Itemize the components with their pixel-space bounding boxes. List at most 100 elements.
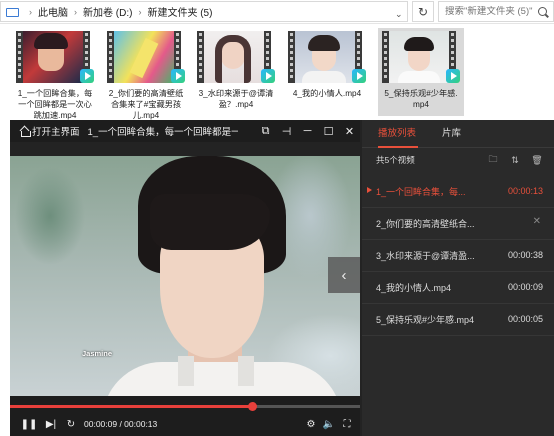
fullscreen-icon: ⛶ xyxy=(343,418,351,430)
collapse-playlist-button[interactable]: ‹ xyxy=(328,257,360,293)
next-icon: ▶| xyxy=(45,418,57,430)
file-item-5[interactable]: 5_保持乐观#少年感. mp4 xyxy=(378,28,464,116)
maximize-icon: ☐ xyxy=(323,125,334,138)
video-player-window: 打开主界面 1_一个回眸合集，每一个回眸都是一次... ⧉ ⊣ ─ ☐ ✕ Ja… xyxy=(10,120,554,436)
refresh-button[interactable]: ↻ xyxy=(412,1,434,22)
file-item-1[interactable]: 1_一个回眸合集，每 一个回眸都是一次心 跳加速.mp4 xyxy=(12,28,98,120)
right-controls: ⚙ 🔈 ⛶ xyxy=(302,415,356,433)
maximize-button[interactable]: ☐ xyxy=(318,120,339,142)
playlist-item-name: 4_我的小情人.mp4 xyxy=(376,283,452,293)
playlist-tabs: 播放列表 片库 xyxy=(362,120,554,148)
video-frame[interactable]: Jasmine ‹ xyxy=(10,156,360,396)
breadcrumb-folder[interactable]: 新建文件夹 (5) xyxy=(147,4,212,19)
video-thumbnail xyxy=(197,31,271,83)
video-app-icon xyxy=(446,69,460,83)
file-name: 4_我的小情人.mp4 xyxy=(292,89,362,98)
playlist-item-duration: 00:00:13 xyxy=(507,186,543,196)
screen: › 此电脑 › 新加卷 (D:) › 新建文件夹 (5) ⌄ ↻ 1_一个回眸合… xyxy=(0,0,554,436)
close-button[interactable]: ✕ xyxy=(339,120,360,142)
control-bar: ❚❚ ▶| ↻ 00:00:09 / 00:00:13 ⚙ 🔈 ⛶ xyxy=(10,396,360,436)
remove-item-button[interactable]: ✕ xyxy=(533,216,541,227)
file-name: 5_保持乐观#少年感. mp4 xyxy=(384,89,458,109)
video-app-icon xyxy=(80,69,94,83)
file-item-3[interactable]: 3_水印来源于@谭清 盈？.mp4 xyxy=(193,28,279,120)
file-name: 3_水印来源于@谭清 盈？.mp4 xyxy=(198,89,274,109)
explorer-toolbar: › 此电脑 › 新加卷 (D:) › 新建文件夹 (5) ⌄ ↻ xyxy=(0,0,554,24)
close-icon: ✕ xyxy=(344,125,355,138)
mini-mode-button[interactable]: ⧉ xyxy=(255,120,276,142)
file-grid: 1_一个回眸合集，每 一个回眸都是一次心 跳加速.mp4 2_你们要的高清壁纸 合集来… xyxy=(0,24,554,120)
playlist-item[interactable]: 4_我的小情人.mp4 00:00:09 xyxy=(362,272,554,304)
video-app-icon xyxy=(261,69,275,83)
video-count: 共5个视频 xyxy=(376,155,415,165)
clear-list-button[interactable]: 🗑 xyxy=(526,154,548,166)
playlist-item-name: 2_你们要的高清壁纸合... xyxy=(376,219,475,229)
player-title: 1_一个回眸合集，每一个回眸都是一次... xyxy=(87,127,238,138)
search-icon[interactable] xyxy=(538,7,547,16)
playback-controls: ❚❚ ▶| ↻ 00:00:09 / 00:00:13 ⚙ 🔈 ⛶ xyxy=(10,414,360,434)
progress-fill xyxy=(10,405,253,408)
minimize-button[interactable]: ─ xyxy=(297,120,318,142)
playlist-item[interactable]: 3_水印来源于@谭清盈... 00:00:38 xyxy=(362,240,554,272)
volume-icon: 🔈 xyxy=(322,418,336,430)
playlist-header: 共5个视频 🗀 ⇅ 🗑 xyxy=(362,148,554,172)
mini-window-icon: ⧉ xyxy=(261,124,270,137)
playlist-item-duration: 00:00:05 xyxy=(507,314,543,324)
file-name: 2_你们要的高清壁纸 合集来了#宝藏男孩 儿.mp4 xyxy=(108,89,184,120)
playlist-item[interactable]: 5_保持乐观#少年感.mp4 00:00:05 xyxy=(362,304,554,336)
breadcrumb-drive-d[interactable]: 新加卷 (D:) xyxy=(83,4,132,19)
fullscreen-button[interactable]: ⛶ xyxy=(338,415,356,433)
search-input[interactable] xyxy=(445,6,537,17)
chevron-left-icon: ‹ xyxy=(341,266,347,284)
chevron-down-icon[interactable]: ⌄ xyxy=(395,9,403,20)
file-item-4[interactable]: 4_我的小情人.mp4 xyxy=(284,28,370,120)
time-display: 00:00:09 / 00:00:13 xyxy=(84,419,158,429)
volume-button[interactable]: 🔈 xyxy=(320,415,338,433)
refresh-icon: ↻ xyxy=(417,4,429,19)
pin-icon: ⊣ xyxy=(281,125,292,138)
next-button[interactable]: ▶| xyxy=(42,415,60,433)
loop-icon: ↻ xyxy=(66,418,76,430)
video-app-icon xyxy=(352,69,366,83)
playlist-item[interactable]: 2_你们要的高清壁纸合... ✕ xyxy=(362,208,554,240)
settings-button[interactable]: ⚙ xyxy=(302,415,320,433)
pause-button[interactable]: ❚❚ xyxy=(20,415,38,433)
search-box[interactable] xyxy=(438,1,554,22)
pause-icon: ❚❚ xyxy=(20,418,38,430)
add-folder-button[interactable]: 🗀 xyxy=(482,154,504,166)
chevron-right-icon: › xyxy=(29,6,32,17)
progress-bar[interactable] xyxy=(10,402,360,411)
sort-button[interactable]: ⇅ xyxy=(504,154,526,166)
video-app-icon xyxy=(171,69,185,83)
video-thumbnail xyxy=(288,31,362,83)
progress-handle[interactable] xyxy=(248,402,258,411)
playlist-item[interactable]: 1_一个回眸合集，每... 00:00:13 xyxy=(362,176,554,208)
playlist-item-duration: 00:00:09 xyxy=(507,282,543,292)
now-playing-icon xyxy=(367,187,372,193)
window-controls: ⧉ ⊣ ─ ☐ ✕ xyxy=(255,120,360,142)
open-main-interface-button[interactable]: 打开主界面 xyxy=(20,124,80,138)
open-main-interface-label: 打开主界面 xyxy=(32,127,80,138)
playlist-item-name: 1_一个回眸合集，每... xyxy=(376,187,466,197)
minimize-icon: ─ xyxy=(303,125,312,137)
chevron-right-icon: › xyxy=(74,6,77,17)
tab-playlist[interactable]: 播放列表 xyxy=(362,125,426,148)
pin-button[interactable]: ⊣ xyxy=(276,120,297,142)
trash-icon: 🗑 xyxy=(531,154,543,165)
playlist-item-name: 3_水印来源于@谭清盈... xyxy=(376,251,475,261)
chevron-right-icon: › xyxy=(138,6,142,17)
file-name: 1_一个回眸合集，每 一个回眸都是一次心 跳加速.mp4 xyxy=(17,89,93,120)
playlist-tools: 🗀 ⇅ 🗑 xyxy=(482,154,548,166)
computer-icon xyxy=(5,7,19,17)
tab-library[interactable]: 片库 xyxy=(426,125,471,147)
playlist: 1_一个回眸合集，每... 00:00:13 2_你们要的高清壁纸合... ✕ … xyxy=(362,176,554,336)
loop-button[interactable]: ↻ xyxy=(62,415,80,433)
address-bar[interactable]: › 此电脑 › 新加卷 (D:) › 新建文件夹 (5) ⌄ xyxy=(0,1,408,22)
video-thumbnail xyxy=(382,31,456,83)
playlist-item-duration: 00:00:38 xyxy=(507,250,543,260)
playlist-panel: 播放列表 片库 共5个视频 🗀 ⇅ 🗑 1_一个回眸合集，每... 00:00:… xyxy=(362,120,554,436)
file-item-2[interactable]: 2_你们要的高清壁纸 合集来了#宝藏男孩 儿.mp4 xyxy=(103,28,189,120)
breadcrumb-this-pc[interactable]: 此电脑 xyxy=(38,4,68,19)
player-title-bar[interactable]: 打开主界面 1_一个回眸合集，每一个回眸都是一次... ⧉ ⊣ ─ ☐ ✕ xyxy=(10,120,360,142)
video-watermark: Jasmine xyxy=(82,349,113,358)
